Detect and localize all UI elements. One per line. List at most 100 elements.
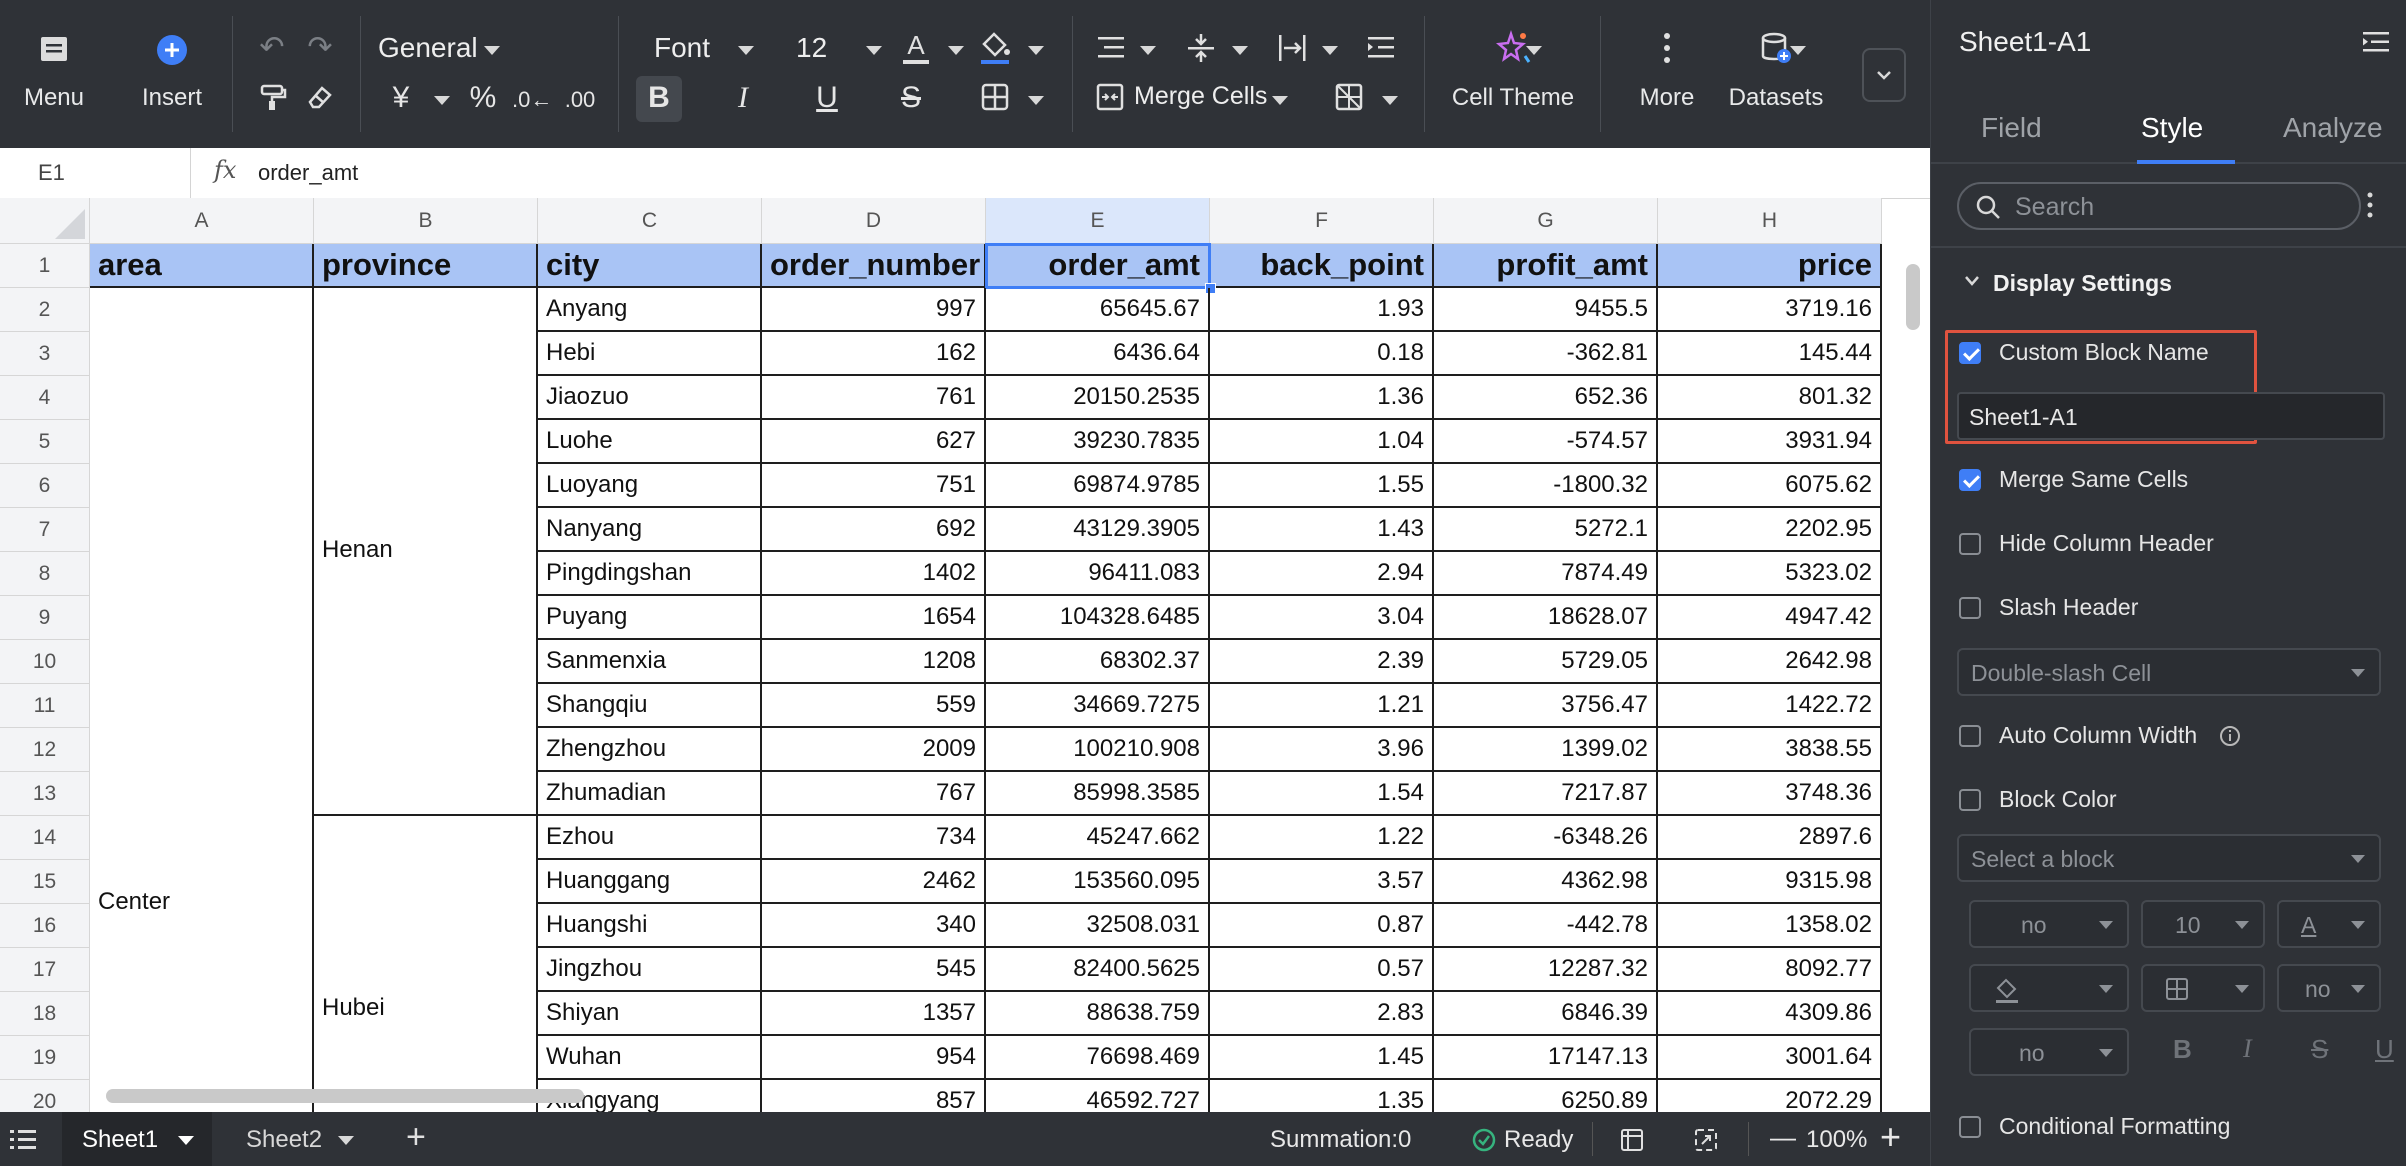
header-cell[interactable]: order_amt xyxy=(986,244,1210,288)
table-cell[interactable]: 1399.02 xyxy=(1434,728,1658,772)
column-header[interactable]: E xyxy=(986,198,1210,244)
chevron-down-icon[interactable] xyxy=(1232,46,1248,55)
header-cell[interactable]: price xyxy=(1658,244,1882,288)
table-cell[interactable]: 954 xyxy=(762,1036,986,1080)
sheet-tab-sheet1[interactable]: Sheet1 xyxy=(62,1112,212,1166)
table-cell[interactable]: 652.36 xyxy=(1434,376,1658,420)
table-cell[interactable]: 545 xyxy=(762,948,986,992)
table-cell[interactable]: Sanmenxia xyxy=(538,640,762,684)
strikethrough-icon[interactable]: S xyxy=(2311,1034,2328,1065)
table-cell[interactable]: 4362.98 xyxy=(1434,860,1658,904)
table-cell[interactable]: 6436.64 xyxy=(986,332,1210,376)
table-cell[interactable]: 4309.86 xyxy=(1658,992,1882,1036)
horizontal-align-icon[interactable] xyxy=(1096,34,1126,62)
table-cell[interactable]: 3.04 xyxy=(1210,596,1434,640)
table-cell[interactable]: 734 xyxy=(762,816,986,860)
table-cell[interactable]: Jingzhou xyxy=(538,948,762,992)
table-cell[interactable]: Luoyang xyxy=(538,464,762,508)
table-cell[interactable]: 2.83 xyxy=(1210,992,1434,1036)
datasets-button[interactable]: Datasets xyxy=(1716,30,1836,112)
table-cell[interactable]: 1.45 xyxy=(1210,1036,1434,1080)
sheet-tab-sheet2[interactable]: Sheet2 xyxy=(228,1112,378,1166)
column-header[interactable]: A xyxy=(90,198,314,244)
merge-same-cells-checkbox[interactable] xyxy=(1959,469,1981,491)
split-cells-icon[interactable] xyxy=(1334,82,1364,112)
chevron-down-icon[interactable] xyxy=(484,46,500,55)
table-cell[interactable]: 4947.42 xyxy=(1658,596,1882,640)
chevron-down-icon[interactable] xyxy=(1526,46,1542,55)
table-cell[interactable]: 801.32 xyxy=(1658,376,1882,420)
row-header[interactable]: 16 xyxy=(0,904,90,948)
table-cell[interactable]: 1.55 xyxy=(1210,464,1434,508)
row-header[interactable]: 12 xyxy=(0,728,90,772)
table-cell[interactable]: Shiyan xyxy=(538,992,762,1036)
table-cell[interactable]: 2009 xyxy=(762,728,986,772)
custom-block-name-checkbox[interactable] xyxy=(1959,342,1981,364)
table-cell[interactable]: 6846.39 xyxy=(1434,992,1658,1036)
table-cell[interactable]: Zhengzhou xyxy=(538,728,762,772)
style-select-2[interactable]: no xyxy=(2277,964,2381,1012)
eraser-icon[interactable] xyxy=(304,82,334,112)
chevron-down-icon[interactable] xyxy=(338,1136,354,1145)
row-header[interactable]: 3 xyxy=(0,332,90,376)
header-cell[interactable]: order_number xyxy=(762,244,986,288)
table-cell[interactable]: -6348.26 xyxy=(1434,816,1658,860)
cell-reference[interactable]: E1 xyxy=(38,160,65,186)
font-size-select[interactable]: 12 xyxy=(796,32,827,64)
info-icon[interactable] xyxy=(2219,725,2241,747)
select-all-corner[interactable] xyxy=(0,198,90,244)
collapse-panel-icon[interactable] xyxy=(2363,30,2389,54)
conditional-formatting-checkbox[interactable] xyxy=(1959,1116,1981,1138)
table-cell[interactable]: 0.18 xyxy=(1210,332,1434,376)
currency-icon[interactable]: ¥ xyxy=(384,80,418,116)
table-cell[interactable]: Anyang xyxy=(538,288,762,332)
row-header[interactable]: 18 xyxy=(0,992,90,1036)
hide-column-header-checkbox[interactable] xyxy=(1959,533,1981,555)
table-cell[interactable]: 627 xyxy=(762,420,986,464)
chevron-down-icon[interactable] xyxy=(1322,46,1338,55)
table-cell[interactable]: 1208 xyxy=(762,640,986,684)
row-header[interactable]: 14 xyxy=(0,816,90,860)
table-cell[interactable]: Shangqiu xyxy=(538,684,762,728)
table-cell[interactable]: Zhumadian xyxy=(538,772,762,816)
slash-header-checkbox[interactable] xyxy=(1959,597,1981,619)
undo-icon[interactable]: ↶ xyxy=(254,30,290,66)
header-cell[interactable]: area xyxy=(90,244,314,288)
search-box[interactable]: Search xyxy=(1957,182,2361,230)
vertical-align-icon[interactable] xyxy=(1186,32,1216,64)
header-cell[interactable]: province xyxy=(314,244,538,288)
table-cell[interactable]: 3756.47 xyxy=(1434,684,1658,728)
table-cell[interactable]: 100210.908 xyxy=(986,728,1210,772)
row-header[interactable]: 19 xyxy=(0,1036,90,1080)
chevron-down-icon[interactable] xyxy=(178,1136,194,1145)
more-vertical-icon[interactable] xyxy=(2365,190,2375,220)
table-cell[interactable]: 340 xyxy=(762,904,986,948)
underline-icon[interactable]: U xyxy=(810,80,844,116)
table-cell[interactable]: 1.54 xyxy=(1210,772,1434,816)
table-cell[interactable]: 1.04 xyxy=(1210,420,1434,464)
row-header[interactable]: 6 xyxy=(0,464,90,508)
toolbar-expand-button[interactable] xyxy=(1862,48,1906,102)
horizontal-scrollbar[interactable] xyxy=(106,1089,584,1103)
table-cell[interactable]: 9315.98 xyxy=(1658,860,1882,904)
more-button[interactable]: More xyxy=(1622,30,1712,112)
row-header[interactable]: 5 xyxy=(0,420,90,464)
tab-style[interactable]: Style xyxy=(2141,112,2203,144)
table-cell[interactable]: 43129.3905 xyxy=(986,508,1210,552)
table-cell[interactable]: 8092.77 xyxy=(1658,948,1882,992)
table-cell[interactable]: Pingdingshan xyxy=(538,552,762,596)
table-cell[interactable]: 3.57 xyxy=(1210,860,1434,904)
tab-analyze[interactable]: Analyze xyxy=(2283,112,2383,144)
fullscreen-icon[interactable] xyxy=(1694,1128,1718,1152)
table-cell[interactable]: 1358.02 xyxy=(1658,904,1882,948)
table-cell[interactable]: 751 xyxy=(762,464,986,508)
bold-icon[interactable]: B xyxy=(2173,1034,2192,1065)
merge-cells-icon[interactable] xyxy=(1096,82,1124,112)
table-cell[interactable]: 692 xyxy=(762,508,986,552)
chevron-down-icon[interactable] xyxy=(1028,46,1044,55)
table-cell[interactable]: 9455.5 xyxy=(1434,288,1658,332)
chevron-down-icon[interactable] xyxy=(1790,46,1806,55)
table-cell[interactable]: 761 xyxy=(762,376,986,420)
indent-icon[interactable] xyxy=(1366,34,1396,62)
row-header[interactable]: 9 xyxy=(0,596,90,640)
